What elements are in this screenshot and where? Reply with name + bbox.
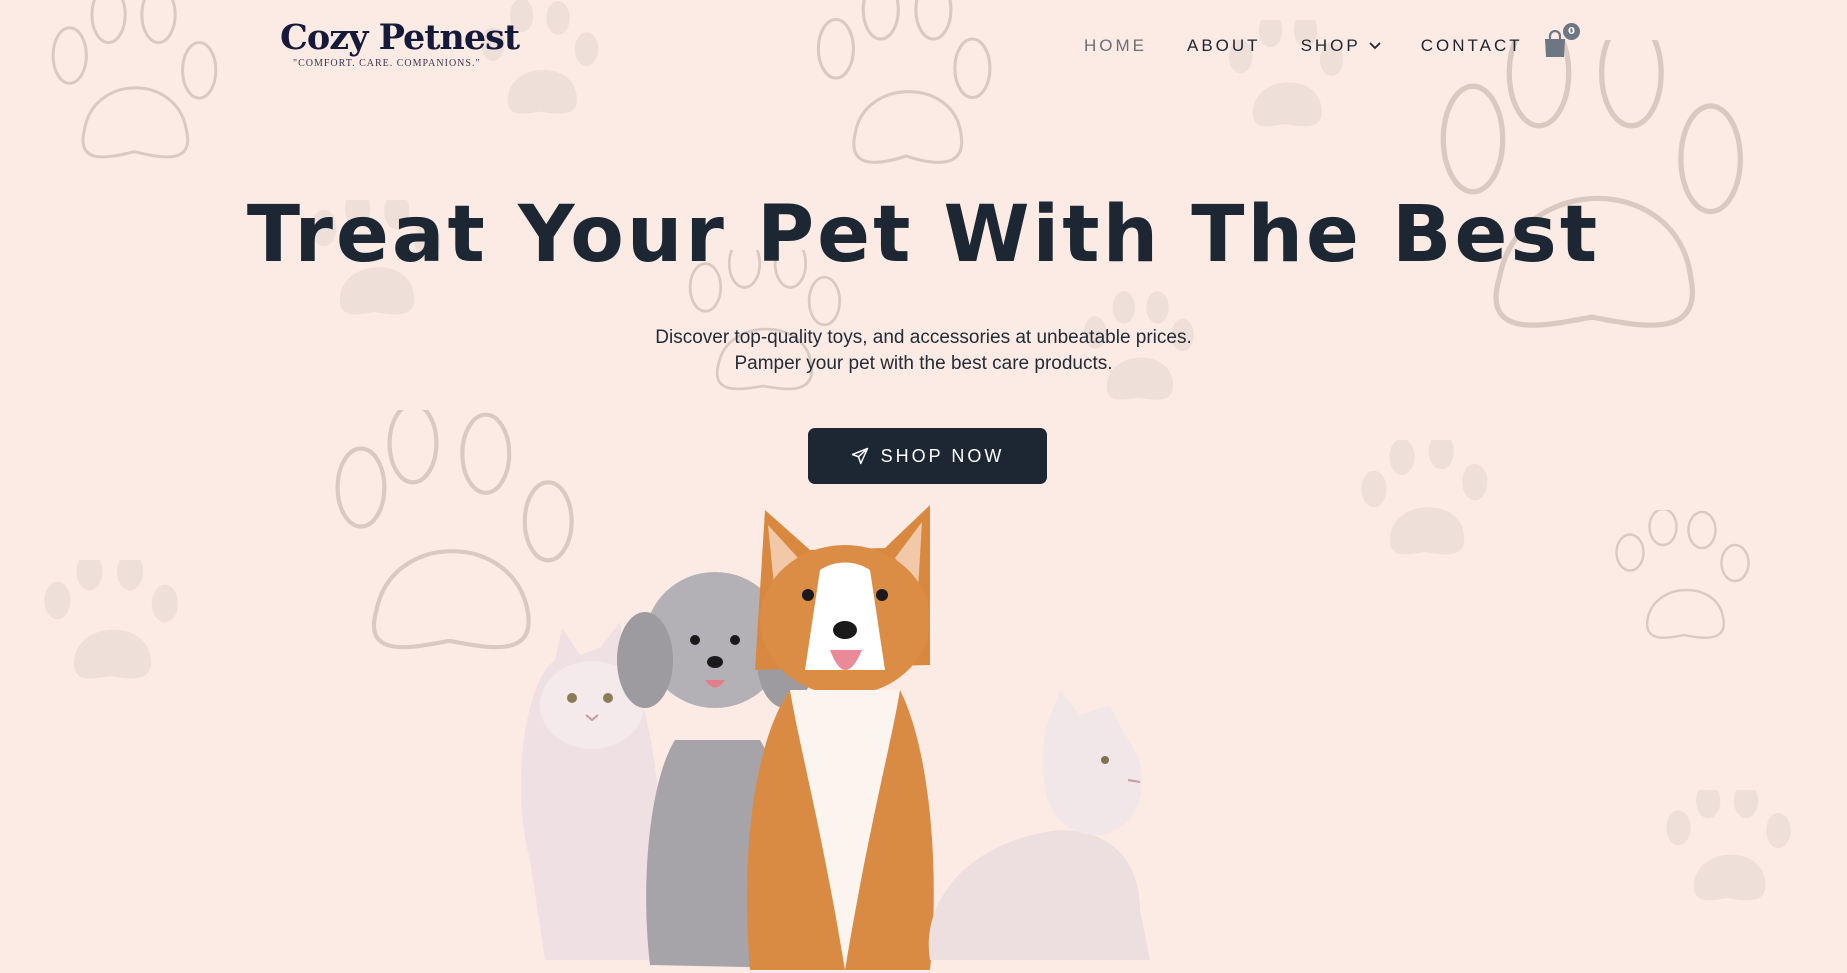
cart-button[interactable]: 0 [1543, 23, 1580, 58]
nav-home[interactable]: HOME [1084, 36, 1147, 56]
main-nav: HOME ABOUT SHOP CONTACT [1084, 36, 1563, 56]
brand-logo[interactable]: Cozy Petnest "COMFORT. CARE. COMPANIONS.… [280, 17, 520, 69]
white-cat-right [928, 690, 1150, 960]
shop-now-label: SHOP NOW [880, 445, 1005, 466]
hero-subtitle-line-2: Pamper your pet with the best care produ… [734, 353, 1113, 374]
nav-shop[interactable]: SHOP [1301, 36, 1381, 56]
nav-about[interactable]: ABOUT [1187, 36, 1261, 56]
paw-print-icon [44, 560, 178, 679]
paw-print-icon [1615, 510, 1750, 639]
hero-pets-image [520, 505, 1150, 970]
brand-tagline: "COMFORT. CARE. COMPANIONS." [293, 58, 481, 69]
cart-count-badge: 0 [1563, 23, 1580, 40]
nav-contact-label: CONTACT [1420, 36, 1523, 55]
hero-title: Treat Your Pet With The Best [246, 190, 1601, 280]
nav-shop-label: SHOP [1300, 36, 1361, 55]
nav-about-label: ABOUT [1187, 36, 1261, 55]
hero-subtitle: Discover top-quality toys, and accessori… [0, 325, 1847, 377]
nav-home-label: HOME [1084, 36, 1147, 55]
paper-plane-icon [851, 447, 869, 465]
paw-print-icon [1666, 790, 1791, 901]
corgi-dog [746, 505, 934, 970]
hero-subtitle-line-1: Discover top-quality toys, and accessori… [655, 327, 1192, 348]
chevron-down-icon [1369, 42, 1381, 50]
nav-contact[interactable]: CONTACT [1421, 36, 1523, 56]
site-header: Cozy Petnest "COMFORT. CARE. COMPANIONS.… [0, 0, 1847, 100]
shop-now-button[interactable]: SHOP NOW [808, 428, 1047, 484]
brand-name: Cozy Petnest [280, 17, 520, 58]
paw-print-icon [1361, 440, 1488, 555]
